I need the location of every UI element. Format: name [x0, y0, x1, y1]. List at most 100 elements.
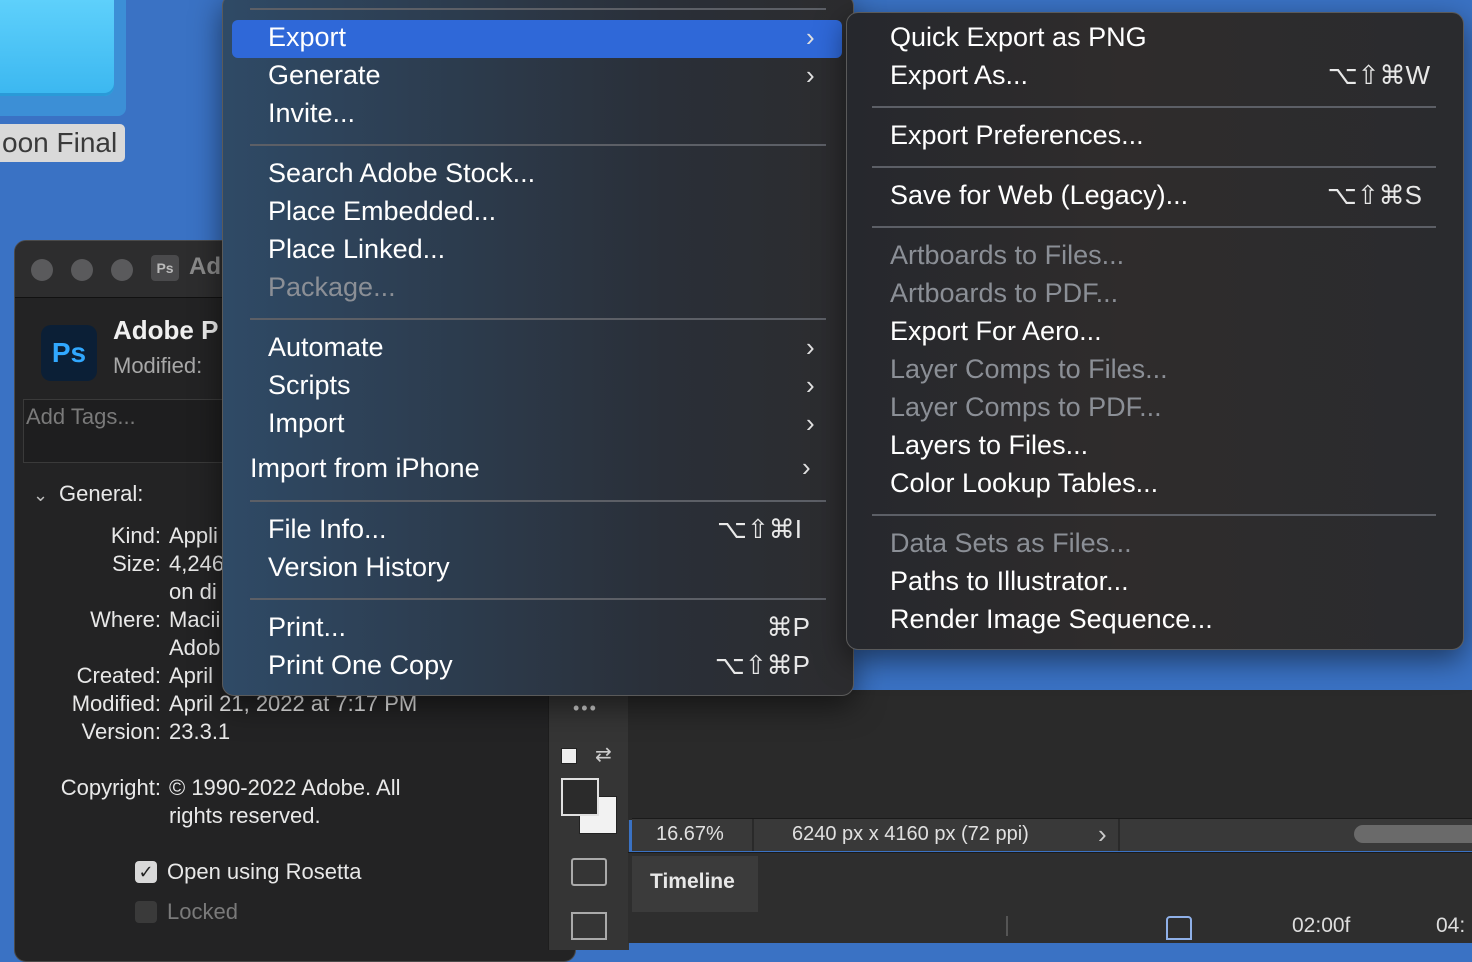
default-colors-icon[interactable] — [561, 748, 577, 764]
menu-item-place-embedded[interactable]: Place Embedded... — [268, 196, 496, 227]
photoshop-app-icon: Ps — [41, 325, 97, 381]
menu-item-paths-illustrator[interactable]: Paths to Illustrator... — [890, 566, 1129, 597]
app-name: Adobe P — [113, 315, 219, 345]
shortcut-export-as: ⌥⇧⌘W — [1327, 60, 1430, 90]
rosetta-label: Open using Rosetta — [167, 859, 362, 884]
locked-checkbox[interactable] — [135, 901, 157, 923]
status-bar: 16.67% 6240 px x 4160 px (72 ppi) › — [632, 818, 1472, 851]
divider — [1118, 819, 1120, 851]
menu-item-print-one-copy[interactable]: Print One Copy — [268, 650, 453, 681]
menu-item-version-history[interactable]: Version History — [268, 552, 450, 583]
info-key: Where: — [90, 607, 161, 632]
divider — [752, 819, 754, 851]
info-value: rights reserved. — [169, 803, 321, 828]
tools-panel: ••• ⇄ — [548, 690, 629, 950]
more-tools-icon[interactable]: ••• — [573, 698, 598, 719]
foreground-color-swatch[interactable] — [561, 778, 599, 816]
general-section-label[interactable]: General: — [59, 481, 143, 507]
info-value: 4,246 — [169, 551, 225, 576]
zoom-level[interactable]: 16.67% — [656, 823, 724, 846]
menu-item-scripts[interactable]: Scripts — [268, 370, 351, 401]
info-value: Adob — [169, 635, 221, 660]
menu-item-color-lookup[interactable]: Color Lookup Tables... — [890, 468, 1158, 499]
shortcut-file-info: ⌥⇧⌘I — [717, 514, 802, 544]
window-title: Ad — [189, 253, 221, 280]
locked-label: Locked — [167, 899, 238, 924]
menu-item-data-sets: Data Sets as Files... — [890, 528, 1132, 558]
chevron-right-icon: › — [806, 60, 815, 90]
close-button[interactable] — [31, 259, 53, 281]
info-value: Macii — [169, 607, 221, 632]
folder-icon — [0, 0, 114, 96]
canvas-area — [628, 690, 1472, 820]
quick-mask-icon[interactable] — [571, 858, 607, 886]
menu-item-render-sequence[interactable]: Render Image Sequence... — [890, 604, 1213, 635]
menu-item-quick-export[interactable]: Quick Export as PNG — [890, 22, 1147, 53]
time-marker: 02:00f — [1292, 914, 1351, 937]
shortcut-print-one-copy: ⌥⇧⌘P — [714, 650, 810, 680]
menu-item-export-label: Export — [268, 22, 347, 52]
separator — [250, 500, 826, 502]
menu-item-artboards-files: Artboards to Files... — [890, 240, 1125, 270]
separator — [872, 226, 1436, 228]
separator — [250, 8, 826, 10]
separator — [250, 318, 826, 320]
menu-item-save-for-web[interactable]: Save for Web (Legacy)... — [890, 180, 1188, 211]
photoshop-icon: Ps — [151, 255, 179, 281]
tags-placeholder: Add Tags... — [26, 404, 136, 429]
menu-item-export-as[interactable]: Export As... — [890, 60, 1028, 91]
separator — [250, 598, 826, 600]
menu-item-invite[interactable]: Invite... — [268, 98, 355, 129]
menu-item-layers-files[interactable]: Layers to Files... — [890, 430, 1088, 461]
menu-item-layer-comps-pdf: Layer Comps to PDF... — [890, 392, 1162, 422]
menu-item-package: Package... — [268, 272, 396, 302]
info-value: on di — [169, 579, 217, 604]
status-menu-arrow[interactable]: › — [1098, 819, 1107, 850]
folder-label[interactable]: oon Final — [0, 124, 126, 162]
timeline-tick — [1006, 916, 1008, 936]
timeline-tab-label: Timeline — [650, 870, 735, 893]
chevron-right-icon: › — [802, 452, 811, 482]
document-size: 6240 px x 4160 px (72 ppi) — [792, 823, 1029, 845]
separator — [872, 514, 1436, 516]
menu-item-generate[interactable]: Generate — [268, 60, 381, 91]
separator — [872, 106, 1436, 108]
menu-item-place-linked[interactable]: Place Linked... — [268, 234, 445, 265]
menu-item-search-stock[interactable]: Search Adobe Stock... — [268, 158, 535, 189]
menu-item-export-aero[interactable]: Export For Aero... — [890, 316, 1102, 347]
menu-item-automate[interactable]: Automate — [268, 332, 384, 363]
playhead-icon[interactable] — [1166, 916, 1192, 940]
chevron-right-icon: › — [806, 332, 815, 362]
menu-item-layer-comps-files: Layer Comps to Files... — [890, 354, 1168, 384]
info-key: Copyright: — [60, 775, 161, 800]
chevron-right-icon: › — [806, 22, 815, 52]
menu-item-print[interactable]: Print... — [268, 612, 346, 643]
horizontal-scrollbar[interactable] — [1354, 825, 1472, 843]
menu-item-file-info[interactable]: File Info... — [268, 514, 387, 545]
time-marker: 04: — [1436, 914, 1466, 937]
minimize-button[interactable] — [71, 259, 93, 281]
chevron-right-icon: › — [806, 408, 815, 438]
info-key: Modified: — [71, 691, 161, 716]
menu-item-artboards-pdf: Artboards to PDF... — [890, 278, 1119, 308]
zoom-button[interactable] — [111, 259, 133, 281]
shortcut-save-for-web: ⌥⇧⌘S — [1326, 180, 1422, 210]
tab-timeline[interactable]: Timeline — [632, 856, 758, 912]
modified-label: Modified: — [113, 353, 203, 378]
separator — [250, 144, 826, 146]
chevron-down-icon[interactable]: ⌄ — [33, 485, 48, 506]
info-value: © 1990-2022 Adobe. All — [169, 775, 401, 800]
info-value: 23.3.1 — [169, 719, 231, 744]
info-key: Created: — [76, 663, 161, 688]
rosetta-checkbox[interactable]: ✓ — [135, 861, 157, 883]
separator — [872, 166, 1436, 168]
chevron-right-icon: › — [806, 370, 815, 400]
menu-item-import[interactable]: Import — [268, 408, 345, 439]
info-key: Size: — [112, 551, 161, 576]
menu-item-export-preferences[interactable]: Export Preferences... — [890, 120, 1144, 151]
info-value: April — [169, 663, 214, 688]
info-key: Version: — [81, 719, 162, 744]
shortcut-print: ⌘P — [766, 612, 810, 642]
swap-colors-icon[interactable]: ⇄ — [595, 742, 612, 767]
menu-item-import-iphone[interactable]: Import from iPhone — [250, 453, 480, 484]
